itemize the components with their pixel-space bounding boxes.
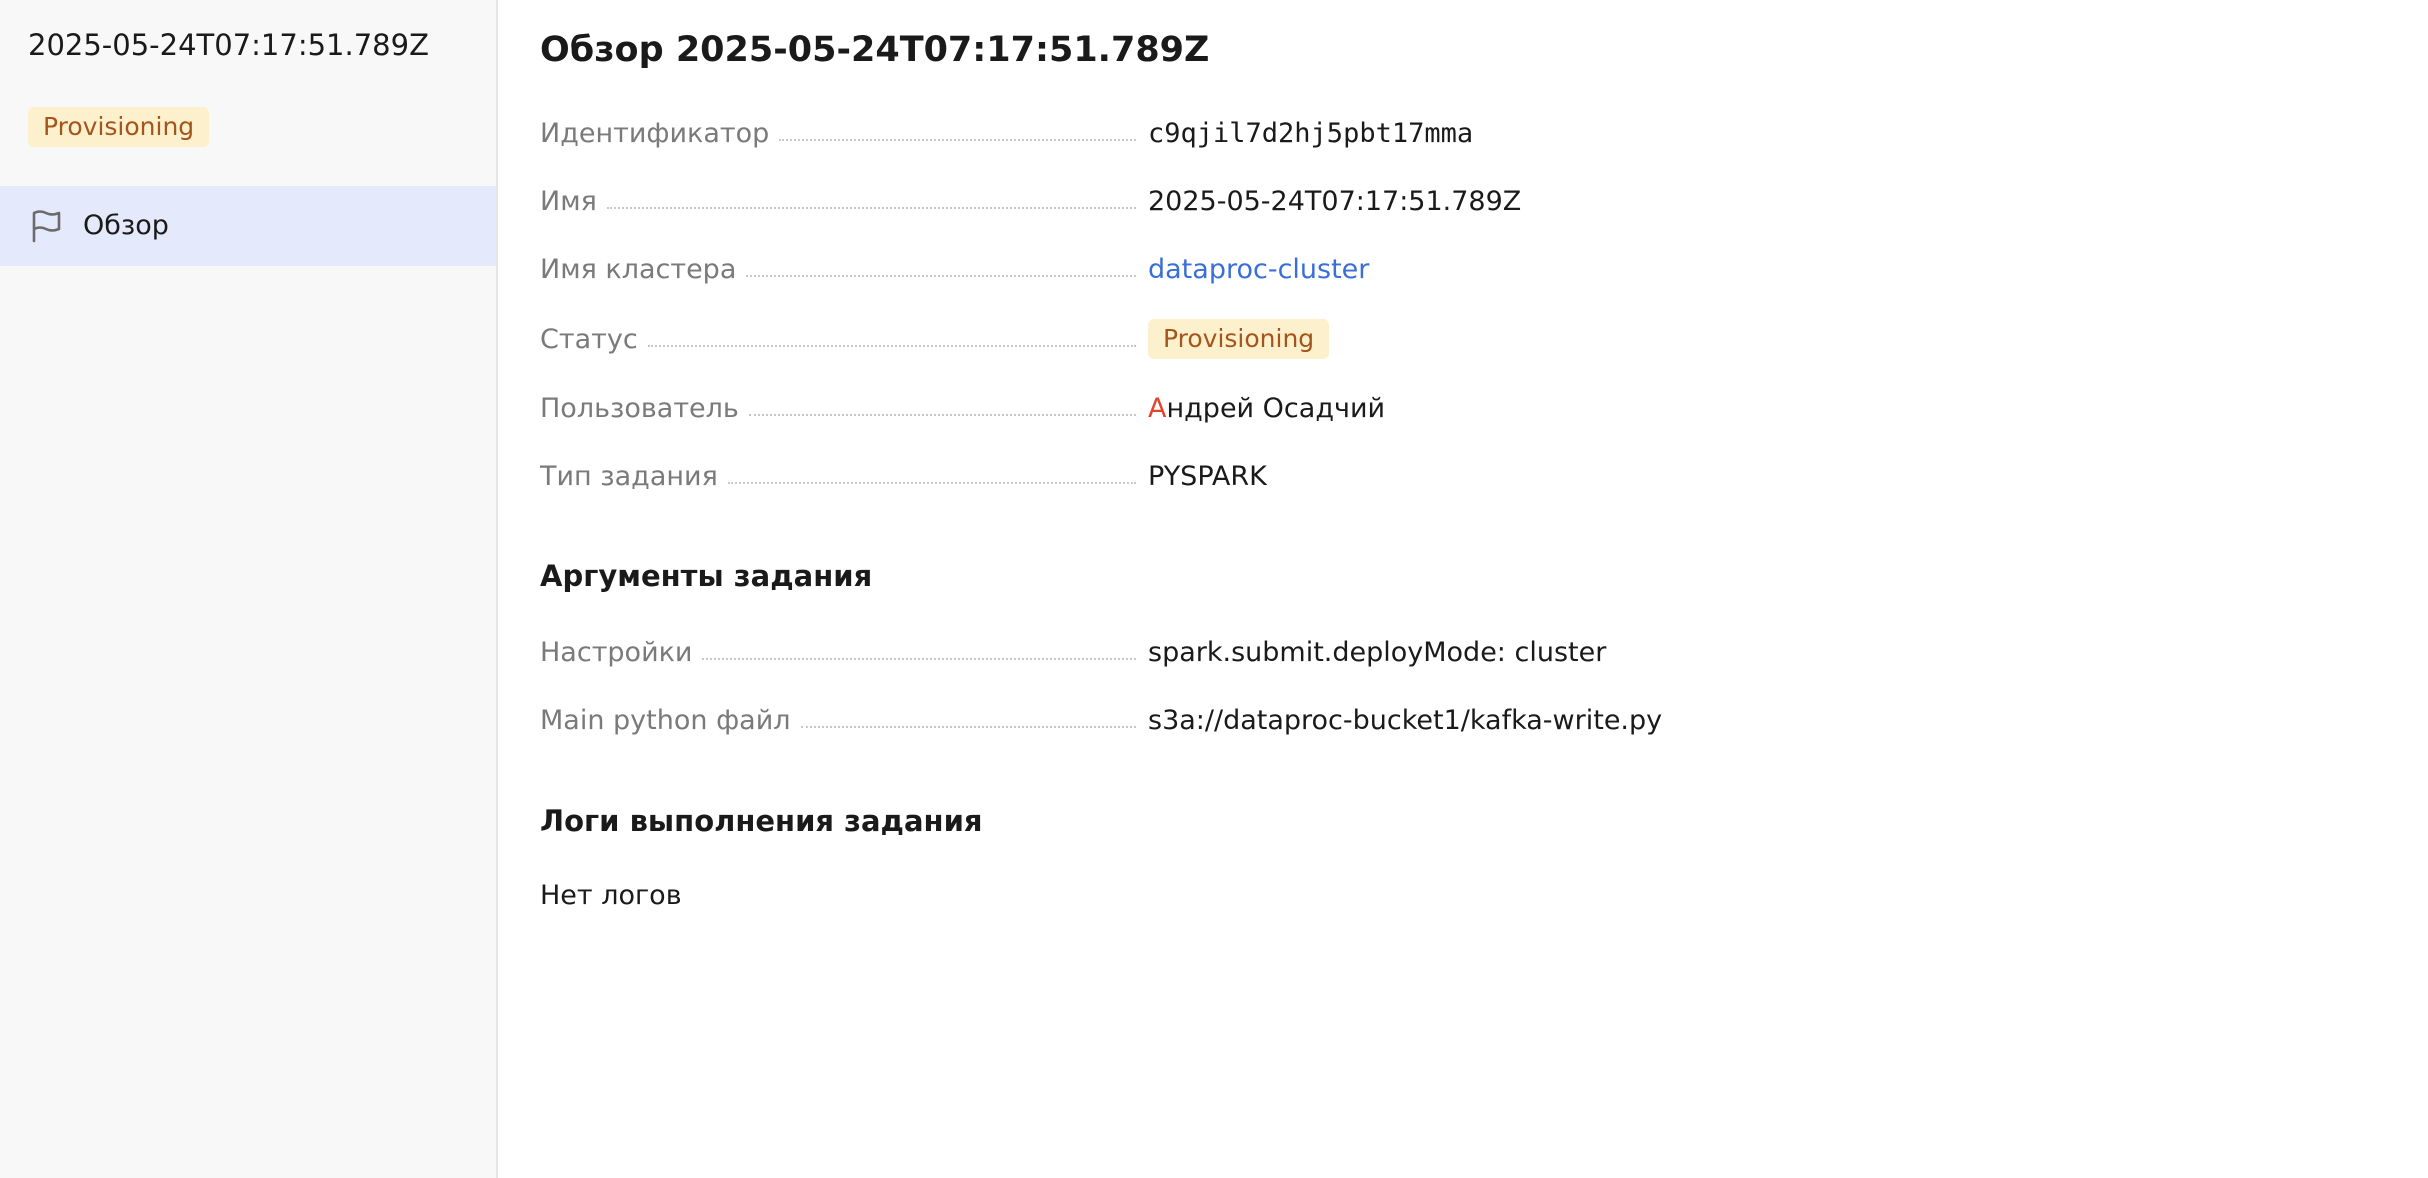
logs-section-title: Логи выполнения задания [540,804,983,838]
flag-icon [28,208,64,244]
dotted-leader [727,482,1136,484]
field-row-name: Имя 2025-05-24T07:17:51.789Z [540,179,2340,223]
field-label: Имя [540,185,597,217]
dotted-leader [779,139,1136,141]
sidebar: 2025-05-24T07:17:51.789Z Provisioning Об… [0,0,498,1178]
field-row-job-type: Тип задания PYSPARK [540,454,2340,498]
job-id-value: c9qjil7d2hj5pbt17mma [1148,117,1474,149]
dotted-leader [800,726,1136,728]
field-label: Main python файл [540,704,791,736]
job-type-value: PYSPARK [1148,460,1267,492]
settings-value: spark.submit.deployMode: cluster [1148,636,1607,668]
field-label: Имя кластера [540,253,737,285]
user-initial: А [1148,392,1167,424]
main-python-file-value: s3a://dataproc-bucket1/kafka-write.py [1148,704,1663,736]
no-logs-text: Нет логов [540,880,682,911]
sidebar-title: 2025-05-24T07:17:51.789Z [28,28,429,62]
status-badge: Provisioning [1148,319,1330,359]
field-row-id: Идентификатор c9qjil7d2hj5pbt17mma [540,111,2340,155]
field-label: Тип задания [540,460,718,492]
dotted-leader [702,658,1136,660]
user-name-rest: ндрей Осадчий [1166,392,1386,424]
sidebar-item-label: Обзор [83,210,169,241]
cluster-link[interactable]: dataproc-cluster [1148,254,1369,285]
page-title: Обзор 2025-05-24T07:17:51.789Z [540,30,1210,70]
main-content: Обзор 2025-05-24T07:17:51.789Z Идентифик… [540,0,2400,1178]
field-row-cluster: Имя кластера dataproc-cluster [540,247,2340,291]
field-label: Идентификатор [540,117,770,149]
dotted-leader [748,414,1136,416]
sidebar-status-badge: Provisioning [28,107,210,147]
job-name-value: 2025-05-24T07:17:51.789Z [1148,185,1522,217]
field-label: Пользователь [540,392,739,424]
args-section-title: Аргументы задания [540,559,873,593]
user-value: Андрей Осадчий [1148,386,1385,430]
field-row-status: Статус Provisioning [540,317,2340,361]
field-row-main-python-file: Main python файл s3a://dataproc-bucket1/… [540,698,2340,742]
sidebar-item-overview[interactable]: Обзор [0,186,496,266]
field-row-settings: Настройки spark.submit.deployMode: clust… [540,630,2340,674]
dotted-leader [746,275,1136,277]
field-row-user: Пользователь Андрей Осадчий [540,386,2340,430]
dotted-leader [647,345,1136,347]
field-label: Статус [540,323,638,355]
field-label: Настройки [540,636,693,668]
dotted-leader [606,207,1136,209]
